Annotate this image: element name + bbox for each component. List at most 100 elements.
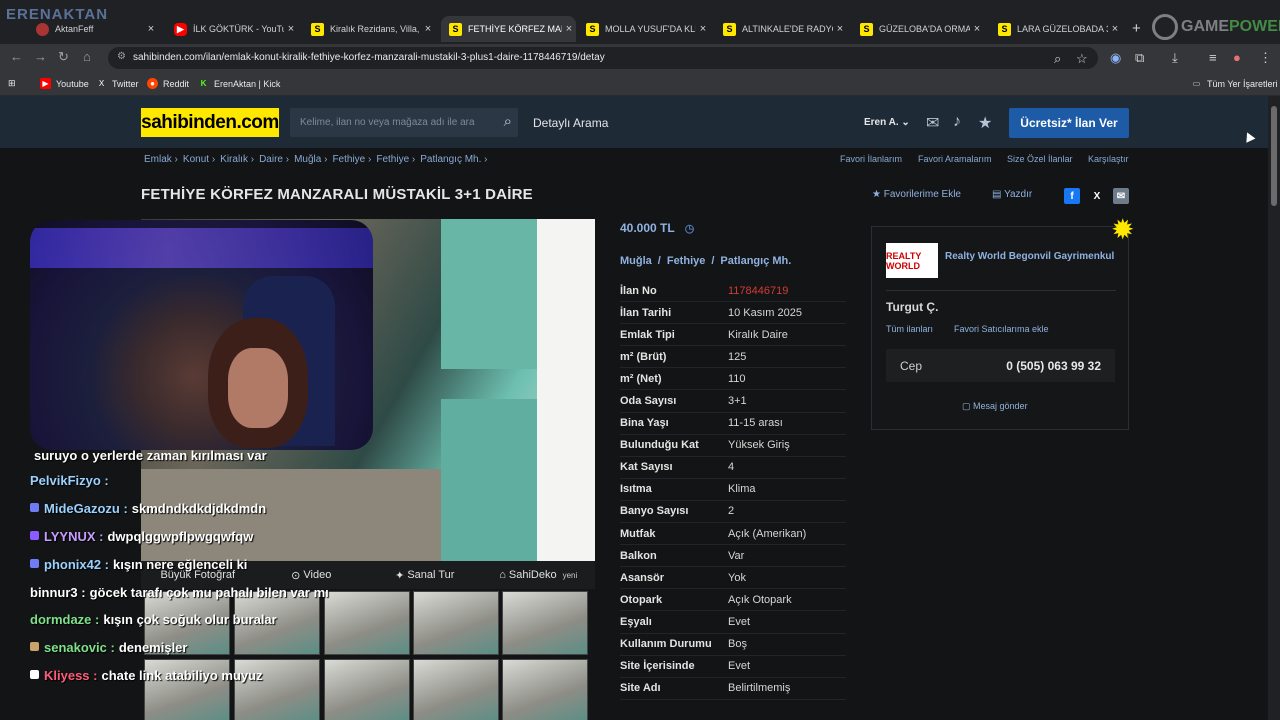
close-icon[interactable]: × bbox=[144, 23, 158, 35]
email-share-icon[interactable]: ✉ bbox=[1113, 188, 1129, 204]
breadcrumb-item[interactable]: Emlak › bbox=[144, 154, 178, 165]
close-icon[interactable]: × bbox=[696, 23, 710, 35]
gamepower-logo: GAMEPOWER bbox=[1152, 12, 1280, 42]
detailed-search-link[interactable]: Detaylı Arama bbox=[533, 116, 608, 130]
chat-badge-icon bbox=[30, 670, 39, 679]
profile-avatar-icon[interactable]: ● bbox=[1233, 50, 1241, 65]
browser-tab[interactable]: S GÜZELOBA'DA ORMAN × bbox=[852, 16, 984, 42]
back-icon[interactable]: ← bbox=[10, 49, 23, 64]
all-bookmarks[interactable]: ▭ Tüm Yer İşaretleri bbox=[1191, 78, 1278, 89]
home-icon[interactable]: ⌂ bbox=[83, 49, 91, 64]
tab-virtual-tour[interactable]: ✦ Sanal Tur bbox=[368, 561, 482, 589]
thumbnail[interactable] bbox=[324, 591, 410, 655]
spec-value: Belirtilmemiş bbox=[728, 682, 791, 695]
menu-icon[interactable]: ⋮ bbox=[1259, 50, 1272, 66]
bookmark-kick[interactable]: K ErenAktan | Kick bbox=[198, 78, 281, 89]
breadcrumb-item[interactable]: Patlangıç Mh. › bbox=[420, 154, 487, 165]
header-quick-link[interactable]: Karşılaştır bbox=[1088, 154, 1129, 164]
spec-row: Kat Sayısı 4 bbox=[620, 457, 846, 479]
facebook-share-icon[interactable]: f bbox=[1064, 188, 1080, 204]
spec-row: m² (Net) 110 bbox=[620, 368, 846, 391]
close-icon[interactable]: × bbox=[833, 23, 847, 35]
x-share-icon[interactable]: X bbox=[1089, 188, 1105, 204]
browser-tab[interactable]: S FETHİYE KÖRFEZ MANZ× bbox=[441, 16, 576, 42]
post-ad-button[interactable]: Ücretsiz* İlan Ver bbox=[1009, 108, 1129, 138]
spec-row: Eşyalı Evet bbox=[620, 611, 846, 634]
browser-tab[interactable]: S MOLLA YUSUF'DA KLİM × bbox=[578, 16, 710, 42]
all-ads-link[interactable]: Tüm ilanları bbox=[886, 324, 933, 334]
close-icon[interactable]: × bbox=[284, 23, 298, 35]
address-bar[interactable]: ⚙ sahibinden.com/ilan/emlak-konut-kirali… bbox=[108, 47, 1098, 69]
breadcrumb-item[interactable]: Kiralık › bbox=[220, 154, 254, 165]
thumbnail[interactable] bbox=[324, 659, 410, 720]
tab-sahideko[interactable]: ⌂ SahiDeko yeni bbox=[482, 561, 596, 589]
spec-value: 110 bbox=[728, 372, 746, 385]
chat-message: MideGazozu : skmdndkdkdjdkdmdn bbox=[30, 501, 266, 516]
spec-row: Banyo Sayısı 2 bbox=[620, 501, 846, 524]
seller-logo[interactable]: REALTY WORLD bbox=[886, 243, 938, 278]
bookmark-reddit[interactable]: ● Reddit bbox=[147, 78, 189, 89]
avatar-favicon-icon bbox=[36, 22, 49, 36]
breadcrumb-item[interactable]: Muğla › bbox=[294, 154, 327, 165]
browser-tab[interactable]: S Kiralık Rezidans, Villa, M × bbox=[303, 16, 435, 42]
spec-row: Isıtma Klima bbox=[620, 479, 846, 501]
breadcrumb-item[interactable]: Fethiye › bbox=[332, 154, 371, 165]
site-search-input[interactable]: Kelime, ilan no veya mağaza adı ile ara … bbox=[290, 108, 518, 137]
breadcrumb-item[interactable]: Konut › bbox=[183, 154, 215, 165]
close-icon[interactable]: × bbox=[421, 23, 435, 35]
close-icon[interactable]: × bbox=[1108, 23, 1122, 35]
location-link[interactable]: Muğla bbox=[620, 255, 652, 267]
close-icon[interactable]: × bbox=[970, 23, 984, 35]
listing-price: 40.000 TL ◷ bbox=[620, 221, 695, 235]
print-link[interactable]: ▤ Yazdır bbox=[992, 189, 1032, 200]
mail-icon[interactable]: ✉ bbox=[926, 113, 939, 133]
bell-icon[interactable]: ♪ bbox=[953, 113, 961, 131]
bookmark-star-icon[interactable]: ☆ bbox=[1076, 51, 1088, 67]
favorite-seller-link[interactable]: Favori Satıcılarıma ekle bbox=[954, 324, 1049, 334]
breadcrumb-item[interactable]: Daire › bbox=[259, 154, 289, 165]
header-quick-link[interactable]: Favori Aramalarım bbox=[918, 154, 992, 164]
browser-tab[interactable]: AktanFeff × bbox=[28, 16, 158, 42]
location-link[interactable]: Fethiye bbox=[667, 255, 706, 267]
header-quick-link[interactable]: Size Özel İlanlar bbox=[1007, 154, 1073, 164]
breadcrumb-item[interactable]: Fethiye › bbox=[376, 154, 415, 165]
thumbnail[interactable] bbox=[413, 659, 499, 720]
spec-row: Mutfak Açık (Amerikan) bbox=[620, 523, 846, 546]
spec-row: Kullanım Durumu Boş bbox=[620, 634, 846, 656]
thumbnail[interactable] bbox=[413, 591, 499, 655]
add-favorite-link[interactable]: ★ Favorilerime Ekle bbox=[872, 189, 961, 200]
bookmark-youtube[interactable]: ▶ Youtube bbox=[40, 78, 89, 89]
site-info-icon[interactable]: ⚙ bbox=[117, 51, 126, 62]
browser-tab[interactable]: S ALTINKALE'DE RADYOKİ× bbox=[715, 16, 847, 42]
reload-icon[interactable]: ↻ bbox=[58, 49, 69, 65]
downloads-icon[interactable]: ⤓ bbox=[1172, 50, 1178, 66]
header-quick-link[interactable]: Favori İlanlarım bbox=[840, 154, 902, 164]
page-scrollbar[interactable] bbox=[1268, 96, 1280, 720]
browser-tab[interactable]: S LARA GÜZELOBADA 3+1× bbox=[990, 16, 1122, 42]
media-icon[interactable]: ≡ bbox=[1209, 50, 1217, 65]
bookmark-twitter[interactable]: X Twitter bbox=[96, 78, 139, 89]
tab-title: İLK GÖKTÜRK - YouTube bbox=[193, 24, 284, 34]
search-icon[interactable]: ⌕ bbox=[504, 113, 512, 130]
user-menu[interactable]: Eren A. ⌄ bbox=[864, 117, 910, 128]
site-logo[interactable]: sahibinden.com bbox=[141, 108, 279, 137]
location-separator: / bbox=[657, 255, 661, 267]
spec-value: Evet bbox=[728, 615, 751, 628]
new-tab-icon[interactable]: + bbox=[1132, 20, 1141, 37]
apps-icon[interactable]: ⊞ bbox=[8, 78, 16, 89]
thumbnail[interactable] bbox=[502, 659, 588, 720]
send-message-link[interactable]: ▢ Mesaj gönder bbox=[962, 401, 1028, 412]
browser-tab[interactable]: ▶ İLK GÖKTÜRK - YouTube× bbox=[166, 16, 298, 42]
location-link[interactable]: Patlangıç Mh. bbox=[720, 255, 791, 267]
thumbnail[interactable] bbox=[502, 591, 588, 655]
star-icon[interactable]: ★ bbox=[978, 113, 992, 133]
tab-title: ALTINKALE'DE RADYOKİ bbox=[742, 24, 833, 34]
tab-title: Kiralık Rezidans, Villa, M bbox=[330, 24, 421, 34]
sahibinden-favicon-icon: S bbox=[586, 22, 599, 36]
zoom-icon[interactable]: ⌕ bbox=[1054, 51, 1061, 67]
cast-icon[interactable]: ◉ bbox=[1110, 50, 1121, 66]
close-icon[interactable]: × bbox=[562, 23, 576, 35]
forward-icon[interactable]: → bbox=[34, 49, 47, 64]
extensions-icon[interactable]: ⧉ bbox=[1135, 50, 1144, 66]
seller-company[interactable]: Realty World Begonvil Gayrimenkul bbox=[945, 250, 1115, 263]
